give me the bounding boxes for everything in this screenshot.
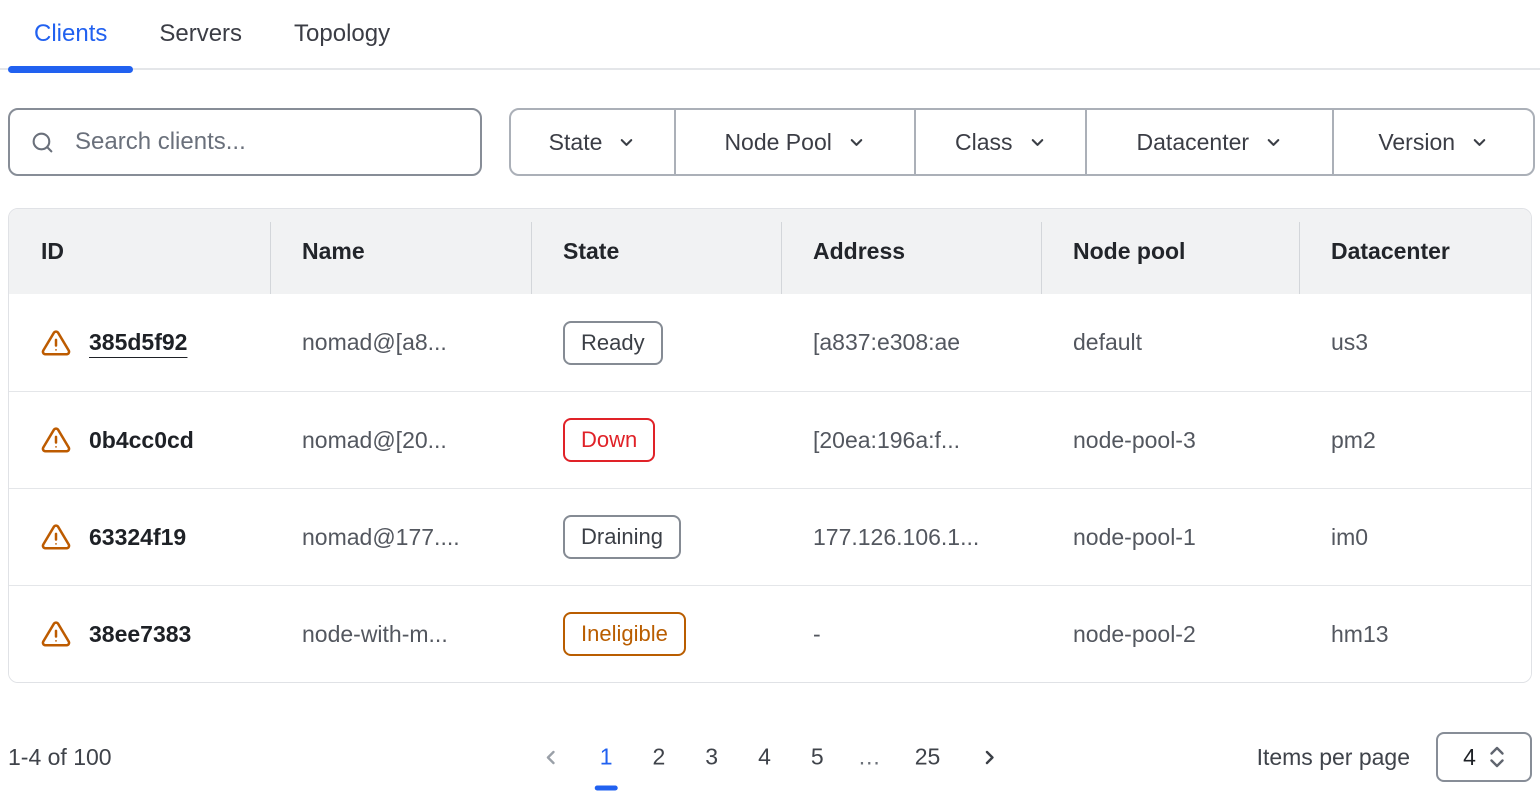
- datacenter-cell: hm13: [1299, 621, 1531, 648]
- page-button-4[interactable]: 4: [744, 736, 785, 779]
- chevron-down-icon: [847, 133, 866, 152]
- column-header-state: State: [531, 209, 781, 294]
- chevron-left-icon: [540, 746, 562, 768]
- column-header-name: Name: [270, 209, 531, 294]
- search-input[interactable]: [73, 127, 460, 157]
- tab-clients-label: Clients: [34, 20, 107, 48]
- state-cell: Down: [531, 418, 781, 462]
- datacenter-cell: us3: [1299, 329, 1531, 356]
- client-id-link[interactable]: 0b4cc0cd: [89, 427, 194, 454]
- datacenter-cell: im0: [1299, 524, 1531, 551]
- warning-icon: [41, 328, 71, 358]
- filter-class[interactable]: Class: [914, 110, 1085, 174]
- id-cell: 0b4cc0cd: [9, 425, 270, 455]
- state-badge: Ineligible: [563, 612, 686, 656]
- search-icon: [30, 130, 55, 155]
- name-cell: nomad@177....: [270, 524, 531, 551]
- column-header-node-pool: Node pool: [1041, 209, 1299, 294]
- page-button-1[interactable]: 1: [586, 736, 627, 779]
- tab-topology-label: Topology: [294, 20, 390, 48]
- state-cell: Draining: [531, 515, 781, 559]
- page-button-5[interactable]: 5: [797, 736, 838, 779]
- filter-version-label: Version: [1378, 129, 1455, 156]
- clients-table: ID Name State Address Node pool Datacent…: [8, 208, 1532, 683]
- chevron-down-icon: [1470, 133, 1489, 152]
- pagination-bar: 1-4 of 100 1 2 3 4 5 … 25 Items per page…: [8, 725, 1532, 789]
- id-cell: 63324f19: [9, 522, 270, 552]
- chevron-down-icon: [1028, 133, 1047, 152]
- tab-topology[interactable]: Topology: [268, 0, 416, 68]
- chevron-down-icon: [1264, 133, 1283, 152]
- warning-icon: [41, 425, 71, 455]
- column-header-id: ID: [9, 209, 270, 294]
- filter-state[interactable]: State: [511, 110, 674, 174]
- pagination-range-label: 1-4 of 100: [8, 744, 112, 771]
- datacenter-cell: pm2: [1299, 427, 1531, 454]
- items-per-page-group: Items per page 4: [1257, 732, 1532, 782]
- id-cell: 385d5f92: [9, 328, 270, 358]
- node-pool-cell: node-pool-2: [1041, 621, 1299, 648]
- pagination-ellipsis: …: [850, 736, 889, 779]
- chevron-right-icon: [978, 746, 1000, 768]
- items-per-page-select[interactable]: 4: [1436, 732, 1532, 782]
- stepper-icon: [1489, 744, 1505, 770]
- filter-node-pool-label: Node Pool: [724, 129, 831, 156]
- search-box[interactable]: [8, 108, 482, 176]
- filter-state-label: State: [549, 129, 603, 156]
- address-cell: 177.126.106.1...: [781, 524, 1041, 551]
- filter-version[interactable]: Version: [1332, 110, 1533, 174]
- column-header-address: Address: [781, 209, 1041, 294]
- state-cell: Ineligible: [531, 612, 781, 656]
- address-cell: [a837:e308:ae: [781, 329, 1041, 356]
- state-badge: Draining: [563, 515, 681, 559]
- filter-datacenter-label: Datacenter: [1137, 129, 1250, 156]
- table-row[interactable]: 0b4cc0cd nomad@[20... Down [20ea:196a:f.…: [9, 391, 1531, 488]
- tab-servers[interactable]: Servers: [133, 0, 268, 68]
- client-id-link[interactable]: 385d5f92: [89, 329, 187, 356]
- state-badge: Ready: [563, 321, 663, 365]
- items-per-page-label: Items per page: [1257, 744, 1410, 771]
- column-header-datacenter: Datacenter: [1299, 209, 1531, 294]
- node-pool-cell: node-pool-3: [1041, 427, 1299, 454]
- filter-datacenter[interactable]: Datacenter: [1085, 110, 1332, 174]
- name-cell: nomad@[a8...: [270, 329, 531, 356]
- table-row[interactable]: 38ee7383 node-with-m... Ineligible - nod…: [9, 585, 1531, 682]
- page-button-25[interactable]: 25: [901, 736, 955, 779]
- warning-icon: [41, 619, 71, 649]
- top-tab-bar: Clients Servers Topology: [0, 0, 1540, 70]
- filter-group: State Node Pool Class Datacenter Version: [509, 108, 1535, 176]
- warning-icon: [41, 522, 71, 552]
- table-header-row: ID Name State Address Node pool Datacent…: [9, 209, 1531, 294]
- id-cell: 38ee7383: [9, 619, 270, 649]
- items-per-page-value: 4: [1463, 744, 1476, 771]
- filter-node-pool[interactable]: Node Pool: [674, 110, 914, 174]
- page-button-2[interactable]: 2: [639, 736, 680, 779]
- name-cell: node-with-m...: [270, 621, 531, 648]
- address-cell: -: [781, 621, 1041, 648]
- next-page-button[interactable]: [966, 738, 1012, 776]
- tab-servers-label: Servers: [159, 20, 242, 48]
- node-pool-cell: default: [1041, 329, 1299, 356]
- chevron-down-icon: [617, 133, 636, 152]
- name-cell: nomad@[20...: [270, 427, 531, 454]
- node-pool-cell: node-pool-1: [1041, 524, 1299, 551]
- pagination-pages: 1 2 3 4 5 … 25: [528, 736, 1013, 779]
- address-cell: [20ea:196a:f...: [781, 427, 1041, 454]
- toolbar: State Node Pool Class Datacenter Version: [8, 108, 1535, 176]
- page-button-3[interactable]: 3: [691, 736, 732, 779]
- filter-class-label: Class: [955, 129, 1013, 156]
- table-row[interactable]: 63324f19 nomad@177.... Draining 177.126.…: [9, 488, 1531, 585]
- tab-clients[interactable]: Clients: [8, 0, 133, 68]
- client-id-link[interactable]: 38ee7383: [89, 621, 191, 648]
- table-body: 385d5f92 nomad@[a8... Ready [a837:e308:a…: [9, 294, 1531, 682]
- table-row[interactable]: 385d5f92 nomad@[a8... Ready [a837:e308:a…: [9, 294, 1531, 391]
- state-badge: Down: [563, 418, 655, 462]
- client-id-link[interactable]: 63324f19: [89, 524, 186, 551]
- state-cell: Ready: [531, 321, 781, 365]
- previous-page-button[interactable]: [528, 738, 574, 776]
